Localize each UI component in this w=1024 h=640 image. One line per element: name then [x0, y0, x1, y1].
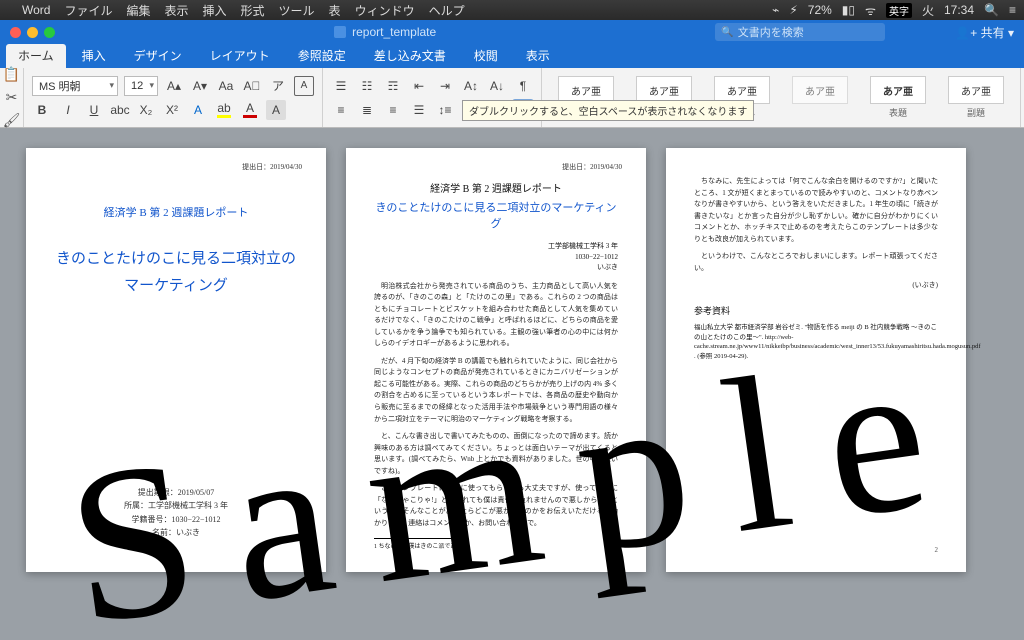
font-group: MS 明朝 12 A▴ A▾ Aa A⃠ ア A B I U abc X₂ X²… [24, 68, 323, 127]
share-button[interactable]: 👤+ 共有 ▾ [955, 24, 1014, 41]
show-marks-button[interactable]: ¶ [513, 76, 533, 96]
p2-course: 経済学 B 第 2 週課題レポート [374, 180, 618, 195]
menu-window[interactable]: ウィンドウ [355, 2, 415, 19]
phonetic-button[interactable]: ア [268, 76, 288, 96]
page-2: 提出日：2019/04/30 経済学 B 第 2 週課題レポート きのことたけの… [346, 148, 646, 572]
font-name-select[interactable]: MS 明朝 [32, 76, 118, 96]
style-hidden1[interactable]: あア亜 [784, 72, 856, 123]
format-painter-button[interactable]: 🖌 [3, 112, 21, 129]
change-case-button[interactable]: Aa [216, 76, 236, 96]
text-direction-button[interactable]: A↕ [461, 76, 481, 96]
style-subtitle[interactable]: あア亜副題 [940, 72, 1012, 123]
numbering-button[interactable]: ☷ [357, 76, 377, 96]
menubar-time: 17:34 [944, 3, 974, 17]
tab-design[interactable]: デザイン [122, 44, 194, 68]
window-titlebar: report_template 文書内を検索 👤+ 共有 ▾ [0, 20, 1024, 44]
justify-button[interactable]: ☰ [409, 100, 429, 120]
p3-section-heading: 参考資料 [694, 304, 938, 317]
menu-file[interactable]: ファイル [64, 2, 112, 19]
clear-format-button[interactable]: A⃠ [242, 76, 262, 96]
multilevel-button[interactable]: ☶ [383, 76, 403, 96]
bold-button[interactable]: B [32, 100, 52, 120]
superscript-button[interactable]: X² [162, 100, 182, 120]
highlight-button[interactable]: ab [214, 100, 234, 120]
style-title[interactable]: あア亜表題 [862, 72, 934, 123]
page-1: 提出日：2019/04/30 経済学 B 第 2 週課題レポート きのことたけの… [26, 148, 326, 572]
mac-menubar: Word ファイル 編集 表示 挿入 形式 ツール 表 ウィンドウ ヘルプ ⌁ … [0, 0, 1024, 20]
subscript-button[interactable]: X₂ [136, 100, 156, 120]
menu-edit[interactable]: 編集 [126, 2, 150, 19]
doc-title: report_template [352, 25, 436, 39]
battery-pct: 72% [808, 3, 832, 17]
menu-view[interactable]: 表示 [164, 2, 188, 19]
paste-button[interactable]: 📋 [3, 66, 20, 83]
font-size-select[interactable]: 12 [124, 76, 158, 96]
p2-date: 提出日：2019/04/30 [562, 162, 622, 172]
power-icon[interactable]: ⚡︎ [789, 3, 797, 17]
strike-button[interactable]: abc [110, 100, 130, 120]
tab-insert[interactable]: 挿入 [70, 44, 118, 68]
p1-course: 経済学 B 第 2 週課題レポート [54, 204, 298, 220]
p3-body: ちなみに、先生によっては「何でこんな余白を開けるのですか?」と聞いたところ、1 … [694, 176, 938, 292]
document-canvas[interactable]: 提出日：2019/04/30 経済学 B 第 2 週課題レポート きのことたけの… [0, 128, 1024, 640]
p2-sub: 工学部機械工学科 3 年1030−22−1012いぶき [374, 241, 618, 273]
p2-footnote: 1 ちなみに、僕はきのこ派である [374, 538, 464, 550]
menu-format[interactable]: 形式 [241, 2, 265, 19]
font-color-button[interactable]: A [240, 100, 260, 120]
shrink-font-button[interactable]: A▾ [190, 76, 210, 96]
grow-font-button[interactable]: A▴ [164, 76, 184, 96]
char-border-button[interactable]: A [294, 76, 314, 96]
p3-reference: 福山私立大学 都市経済学部 岩谷ゼミ. "物語を作る meiji の B 社内競… [694, 323, 938, 362]
p2-title: きのことたけのこに見る二項対立のマーケティング [374, 199, 618, 231]
doc-search-input[interactable]: 文書内を検索 [715, 23, 885, 41]
p1-title: きのことたけのこに見る二項対立のマーケティング [54, 246, 298, 300]
bullets-button[interactable]: ☰ [331, 76, 351, 96]
doc-icon [334, 26, 346, 38]
minimize-window-button[interactable] [27, 27, 38, 38]
italic-button[interactable]: I [58, 100, 78, 120]
menu-table[interactable]: 表 [329, 2, 341, 19]
spotlight-icon[interactable]: 🔍 [984, 3, 999, 17]
control-center-icon[interactable]: ≡ [1009, 3, 1016, 17]
sort-button[interactable]: A↓ [487, 76, 507, 96]
char-shading-button[interactable]: A [266, 100, 286, 120]
close-window-button[interactable] [10, 27, 21, 38]
menu-help[interactable]: ヘルプ [429, 2, 465, 19]
bluetooth-icon[interactable]: ⌁ [772, 3, 779, 17]
tab-mailings[interactable]: 差し込み文書 [362, 44, 458, 68]
align-right-button[interactable]: ≡ [383, 100, 403, 120]
tab-review[interactable]: 校閲 [462, 44, 510, 68]
p3-pagenum: 2 [935, 546, 939, 554]
menu-tools[interactable]: ツール [279, 2, 315, 19]
zoom-window-button[interactable] [44, 27, 55, 38]
indent-dec-button[interactable]: ⇤ [409, 76, 429, 96]
wifi-icon[interactable]: ᯤ [865, 2, 876, 19]
ime-indicator[interactable]: 英字 [886, 3, 912, 18]
cut-button[interactable]: ✂︎ [6, 89, 18, 106]
page-3: ちなみに、先生によっては「何でこんな余白を開けるのですか?」と聞いたところ、1 … [666, 148, 966, 572]
tab-layout[interactable]: レイアウト [198, 44, 282, 68]
battery-icon[interactable]: ▮▯ [842, 3, 855, 17]
line-spacing-button[interactable]: ↕≡ [435, 100, 455, 120]
ribbon-tabs: ホーム 挿入 デザイン レイアウト 参照設定 差し込み文書 校閲 表示 [0, 44, 1024, 68]
text-effects-button[interactable]: A [188, 100, 208, 120]
clipboard-group: 📋 ✂︎ 🖌 [0, 68, 24, 127]
tab-view[interactable]: 表示 [514, 44, 562, 68]
indent-inc-button[interactable]: ⇥ [435, 76, 455, 96]
align-center-button[interactable]: ≣ [357, 100, 377, 120]
underline-button[interactable]: U [84, 100, 104, 120]
p2-body: 明治株式会社から発売されている商品のうち、主力商品として高い人気を誇るのが、「き… [374, 281, 618, 530]
p1-date: 提出日：2019/04/30 [242, 162, 302, 172]
p1-info: 提出期限：2019/05/07 所属：工学部機械工学科 3 年 学籍番号：103… [26, 486, 326, 540]
menu-app[interactable]: Word [22, 3, 50, 17]
menu-insert[interactable]: 挿入 [203, 2, 227, 19]
tab-references[interactable]: 参照設定 [286, 44, 358, 68]
menubar-day: 火 [922, 2, 934, 19]
ruler-tooltip: ダブルクリックすると、空白スペースが表示されなくなります [462, 100, 754, 121]
align-left-button[interactable]: ≡ [331, 100, 351, 120]
tab-home[interactable]: ホーム [6, 44, 66, 68]
